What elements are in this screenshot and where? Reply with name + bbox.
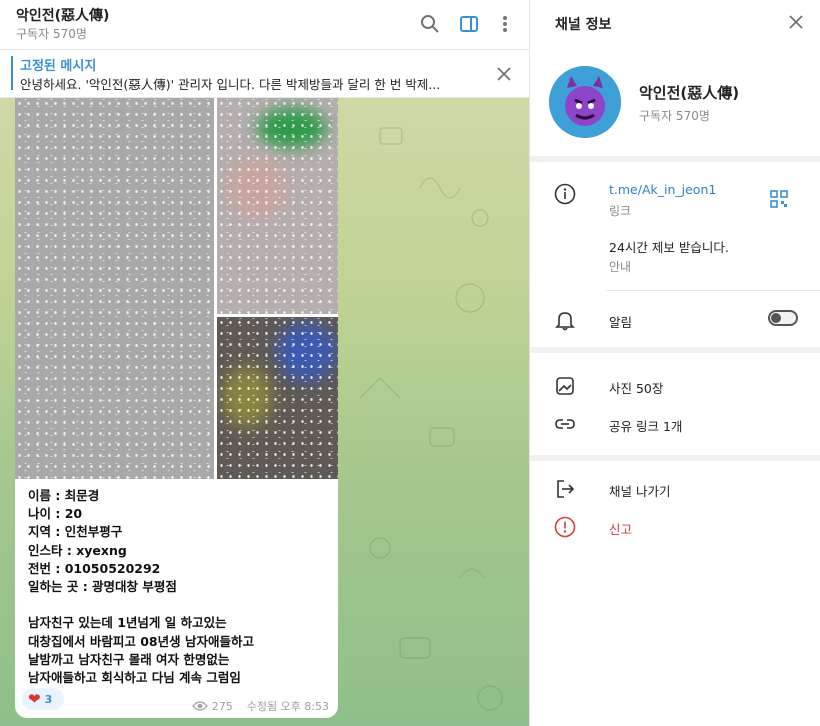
qr-code-button[interactable] — [770, 190, 788, 208]
info-icon — [554, 183, 576, 205]
devil-avatar-icon — [549, 66, 621, 138]
notifications-label[interactable]: 알림 — [609, 312, 632, 331]
chat-header: 악인전(惡人傳) 구독자 570명 — [0, 0, 529, 50]
row-divider — [606, 290, 820, 291]
more-vertical-icon — [503, 16, 507, 32]
section-separator — [530, 455, 820, 461]
reaction-button[interactable]: ❤ 3 — [22, 688, 64, 710]
chat-subtitle: 구독자 570명 — [16, 27, 87, 41]
channel-link[interactable]: t.me/Ak_in_jeon1 — [609, 182, 716, 197]
heart-icon: ❤ — [28, 689, 41, 708]
pinned-close-button[interactable] — [494, 64, 514, 84]
toggle-sidebar-button[interactable] — [457, 12, 481, 36]
message-bubble[interactable]: 이름 : 최문경 나이 : 20 지역 : 인천부평구 인스타 : xyexng… — [15, 98, 338, 718]
photo-icon — [554, 375, 576, 397]
link-icon — [554, 413, 576, 435]
leave-channel-button[interactable]: 채널 나가기 — [609, 481, 670, 500]
section-separator — [530, 156, 820, 162]
report-icon — [554, 516, 576, 538]
channel-name: 악인전(惡人傳) — [639, 84, 740, 102]
bell-icon — [554, 309, 576, 331]
chat-title[interactable]: 악인전(惡人傳) — [16, 5, 109, 25]
channel-info-panel: 채널 정보 악인전(惡人傳) 구독자 570명 t.me/Ak_in_jeon1… — [529, 0, 820, 726]
shared-links-row[interactable]: 공유 링크 1개 — [609, 416, 682, 435]
search-button[interactable] — [418, 12, 442, 36]
channel-description: 24시간 제보 받습니다. — [609, 240, 729, 255]
message-meta: 275 수정됨 오후 8:53 — [191, 698, 329, 714]
report-button[interactable]: 신고 — [609, 519, 632, 538]
chat-area: 악인전(惡人傳) 구독자 570명 고정된 메시지 안녕하세요. '악인전(惡人… — [0, 0, 529, 726]
message-text: 이름 : 최문경 나이 : 20 지역 : 인천부평구 인스타 : xyexng… — [28, 488, 254, 686]
search-icon — [421, 15, 439, 33]
pinned-message[interactable]: 고정된 메시지 안녕하세요. '악인전(惡人傳)' 관리자 입니다. 다른 박제… — [0, 50, 529, 98]
section-separator — [530, 347, 820, 353]
channel-description-caption: 안내 — [609, 260, 632, 274]
pinned-title: 고정된 메시지 — [20, 59, 97, 74]
view-count: 275 — [211, 699, 233, 713]
close-icon — [789, 15, 803, 29]
qr-code-icon — [770, 190, 788, 208]
message-photo[interactable] — [15, 98, 214, 479]
more-button[interactable] — [493, 12, 517, 36]
channel-avatar[interactable] — [549, 66, 621, 138]
channel-link-caption: 링크 — [609, 204, 632, 218]
edited-time: 수정됨 오후 8:53 — [246, 700, 329, 713]
pinned-text: 안녕하세요. '악인전(惡人傳)' 관리자 입니다. 다른 박제방들과 달리 한… — [20, 77, 441, 92]
photos-row[interactable]: 사진 50장 — [609, 378, 663, 397]
channel-subscribers: 구독자 570명 — [639, 109, 710, 123]
message-photo[interactable] — [217, 98, 338, 314]
notifications-toggle[interactable] — [768, 310, 798, 326]
panel-title: 채널 정보 — [555, 17, 612, 33]
eye-icon — [191, 701, 208, 711]
panel-close-button[interactable] — [786, 12, 806, 32]
sidebar-icon — [460, 16, 478, 32]
pinned-bar — [11, 56, 13, 90]
toggle-knob — [771, 313, 781, 323]
leave-icon — [554, 478, 576, 500]
close-icon — [497, 67, 511, 81]
message-photo[interactable] — [217, 317, 338, 479]
reaction-count: 3 — [44, 692, 53, 706]
